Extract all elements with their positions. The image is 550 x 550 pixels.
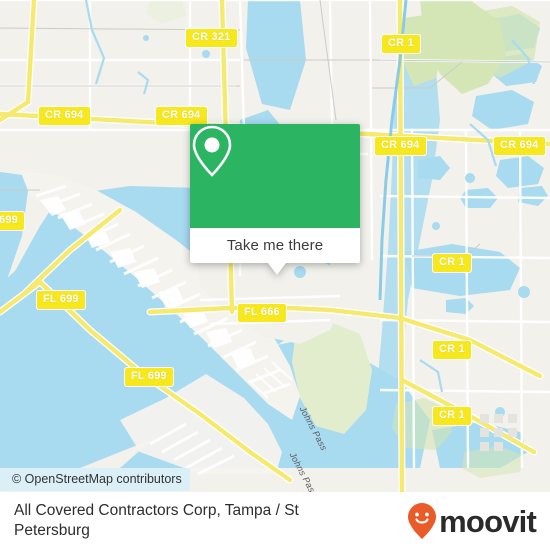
road-shield: FL 699	[124, 367, 174, 387]
moovit-wordmark: moovit	[439, 503, 537, 539]
moovit-logo[interactable]: moovit	[407, 502, 537, 540]
road-shield: 699	[0, 211, 25, 231]
road-shield: CR 1	[432, 253, 472, 273]
road-shield: CR 694	[374, 136, 427, 156]
road-shield: FL 699	[36, 290, 86, 310]
destination-popup-card[interactable]: Take me there	[190, 124, 360, 275]
osm-attribution[interactable]: © OpenStreetMap contributors	[0, 468, 190, 491]
screenshot-root: CR 321 CR 1 CR 694 CR 694 CR 694 CR 694 699 CR …	[0, 0, 550, 550]
location-title: All Covered Contractors Corp, Tampa / St…	[14, 501, 299, 539]
take-me-there-button[interactable]: Take me there	[190, 228, 360, 263]
location-pin-icon	[192, 125, 232, 177]
moovit-smiley-pin-icon	[408, 503, 437, 539]
road-shield: CR 1	[381, 34, 421, 54]
footer-bar: All Covered Contractors Corp, Tampa / St…	[0, 492, 550, 550]
map-canvas[interactable]: CR 321 CR 1 CR 694 CR 694 CR 694 CR 694 699 CR …	[0, 0, 550, 492]
popup-card-image	[190, 124, 360, 228]
road-shield: CR 694	[493, 136, 546, 156]
road-shield: CR 321	[185, 28, 238, 48]
road-shield: CR 694	[38, 106, 91, 126]
road-shield: FL 666	[237, 303, 287, 323]
road-shield: CR 1	[432, 340, 472, 360]
road-shield: CR 694	[155, 106, 208, 126]
take-me-there-label: Take me there	[226, 237, 324, 254]
road-shield: CR 1	[432, 406, 472, 426]
popup-card-pointer	[268, 263, 286, 275]
